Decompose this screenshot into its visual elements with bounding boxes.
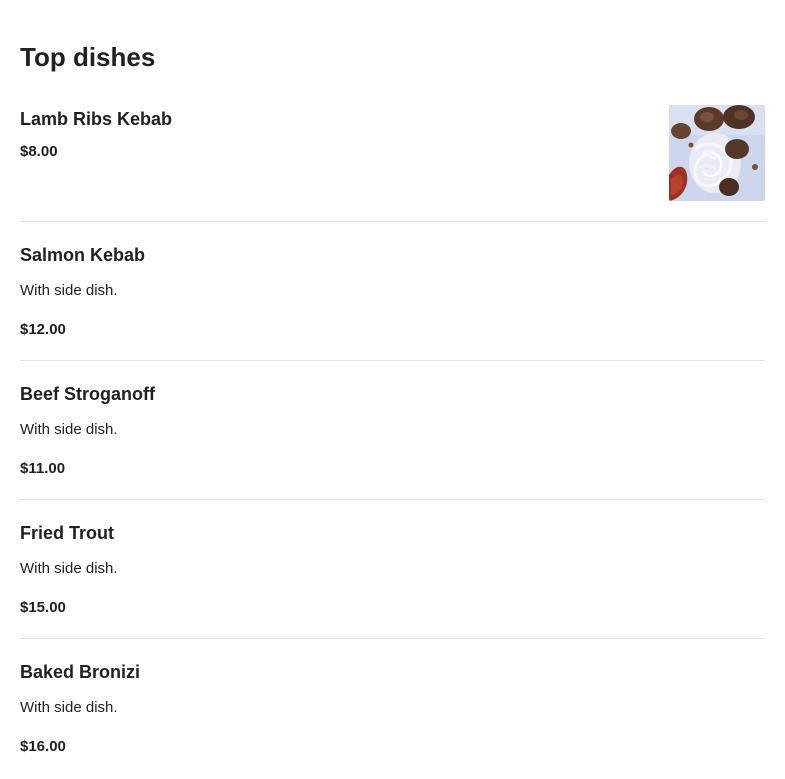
dish-item-lamb-ribs-kebab[interactable]: Lamb Ribs Kebab $8.00 <box>20 105 765 222</box>
dish-price: $15.00 <box>20 599 66 616</box>
dish-item-salmon-kebab[interactable]: Salmon Kebab With side dish. $12.00 <box>20 222 765 361</box>
dish-photo-image[interactable] <box>669 105 765 201</box>
section-title: Top dishes <box>20 42 156 72</box>
dish-description: With side dish. <box>20 560 118 577</box>
dish-list: Lamb Ribs Kebab $8.00 Salmon Kebab With … <box>20 105 765 779</box>
dish-description: With side dish. <box>20 699 118 716</box>
dish-price: $12.00 <box>20 321 66 338</box>
dish-price: $16.00 <box>20 738 66 755</box>
top-dishes-section: Top dishes Lamb Ribs Kebab $8.00 Salmon … <box>0 0 785 779</box>
dish-price: $8.00 <box>20 143 58 160</box>
dish-name: Baked Bronizi <box>20 662 141 682</box>
dish-name: Salmon Kebab <box>20 245 146 265</box>
dish-item-beef-stroganoff[interactable]: Beef Stroganoff With side dish. $11.00 <box>20 361 765 500</box>
dish-item-fried-trout[interactable]: Fried Trout With side dish. $15.00 <box>20 500 765 639</box>
dish-photo-icon <box>669 105 765 201</box>
dish-name: Fried Trout <box>20 523 114 543</box>
dish-price: $11.00 <box>20 460 66 477</box>
dish-name: Beef Stroganoff <box>20 384 155 404</box>
dish-name: Lamb Ribs Kebab <box>20 109 173 129</box>
dish-item-baked-bronizi[interactable]: Baked Bronizi With side dish. $16.00 <box>20 639 765 779</box>
dish-description: With side dish. <box>20 282 118 299</box>
dish-description: With side dish. <box>20 421 118 438</box>
